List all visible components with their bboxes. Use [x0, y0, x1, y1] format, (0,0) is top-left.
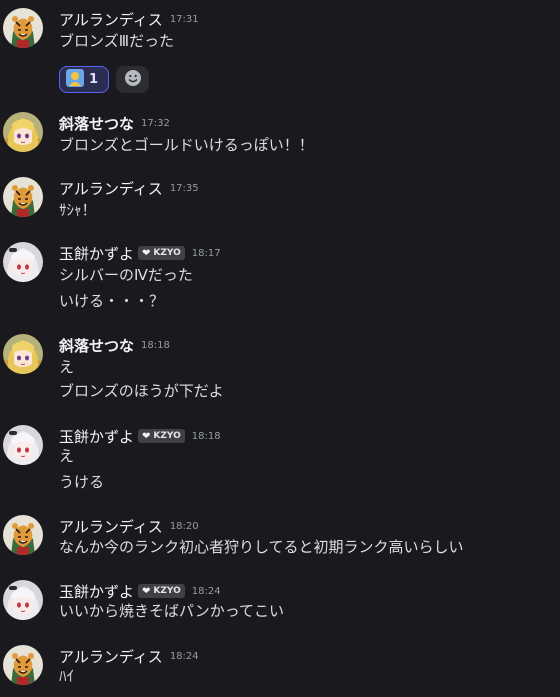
timestamp: 17:31: [169, 13, 199, 25]
timestamp: 17:32: [141, 117, 170, 129]
message-header: 玉餅かずよ ❤ KZYO 18:24: [59, 580, 221, 602]
person-emoji-icon: [65, 68, 85, 92]
clan-tag-label: KZYO: [153, 586, 181, 596]
clan-tag-label: KZYO: [153, 431, 181, 441]
timestamp: 18:18: [141, 339, 170, 351]
message-header: アルランディス 17:31: [59, 8, 199, 30]
avatar[interactable]: [3, 8, 43, 48]
heart-icon: ❤: [142, 247, 151, 259]
author-name[interactable]: アルランディス: [59, 9, 163, 30]
smiley-icon: [124, 69, 142, 91]
message-text: ブロンズⅢだった: [59, 32, 175, 50]
avatar[interactable]: [3, 334, 43, 374]
avatar[interactable]: [3, 242, 43, 282]
timestamp: 18:18: [191, 430, 221, 442]
message-header: アルランディス 17:35: [59, 177, 199, 199]
avatar[interactable]: [3, 112, 43, 152]
clan-tag[interactable]: ❤ KZYO: [138, 246, 185, 260]
message-header: 斜落せつな 17:32: [59, 112, 170, 134]
timestamp: 18:17: [191, 247, 221, 259]
message-text: うける: [59, 473, 105, 491]
author-name[interactable]: 玉餅かずよ: [59, 243, 134, 264]
reaction-button[interactable]: 1: [59, 66, 109, 93]
timestamp: 17:35: [169, 182, 199, 194]
message-text: ブロンズとゴールドいけるっぽい！！: [59, 136, 314, 154]
author-name[interactable]: アルランディス: [59, 646, 163, 667]
heart-icon: ❤: [142, 430, 151, 442]
clan-tag[interactable]: ❤ KZYO: [138, 584, 185, 598]
author-name[interactable]: 玉餅かずよ: [59, 581, 134, 602]
message-text: なんか今のランク初心者狩りしてると初期ランク高いらしい: [59, 538, 464, 556]
author-name[interactable]: アルランディス: [59, 516, 163, 537]
message-text: シルバーのⅣだった: [59, 266, 193, 284]
avatar[interactable]: [3, 425, 43, 465]
clan-tag-label: KZYO: [153, 248, 181, 258]
message-text: え: [59, 358, 75, 376]
message-text: え: [59, 447, 75, 465]
avatar[interactable]: [3, 177, 43, 217]
message-text: いいから焼きそばパンかってこい: [59, 602, 285, 620]
message-text: ｻｼｬ！: [59, 201, 97, 219]
clan-tag[interactable]: ❤ KZYO: [138, 429, 185, 443]
avatar[interactable]: [3, 580, 43, 620]
message-header: アルランディス 18:24: [59, 645, 199, 667]
add-reaction-button[interactable]: [116, 66, 149, 93]
message-text: ブロンズのほうが下だよ: [59, 382, 224, 400]
timestamp: 18:24: [191, 585, 221, 597]
message-header: 斜落せつな 18:18: [59, 334, 170, 356]
author-name[interactable]: 玉餅かずよ: [59, 426, 134, 447]
timestamp: 18:20: [169, 520, 199, 532]
message-text: ﾊｲ: [59, 667, 75, 685]
author-name[interactable]: 斜落せつな: [59, 113, 134, 134]
avatar[interactable]: [3, 515, 43, 555]
timestamp: 18:24: [169, 650, 199, 662]
message-header: 玉餅かずよ ❤ KZYO 18:17: [59, 242, 221, 264]
reaction-count: 1: [89, 72, 99, 87]
author-name[interactable]: アルランディス: [59, 178, 163, 199]
avatar[interactable]: [3, 645, 43, 685]
heart-icon: ❤: [142, 585, 151, 597]
author-name[interactable]: 斜落せつな: [59, 335, 134, 356]
message-header: 玉餅かずよ ❤ KZYO 18:18: [59, 425, 221, 447]
message-text: いける・・・？: [59, 292, 165, 310]
message-header: アルランディス 18:20: [59, 515, 199, 537]
